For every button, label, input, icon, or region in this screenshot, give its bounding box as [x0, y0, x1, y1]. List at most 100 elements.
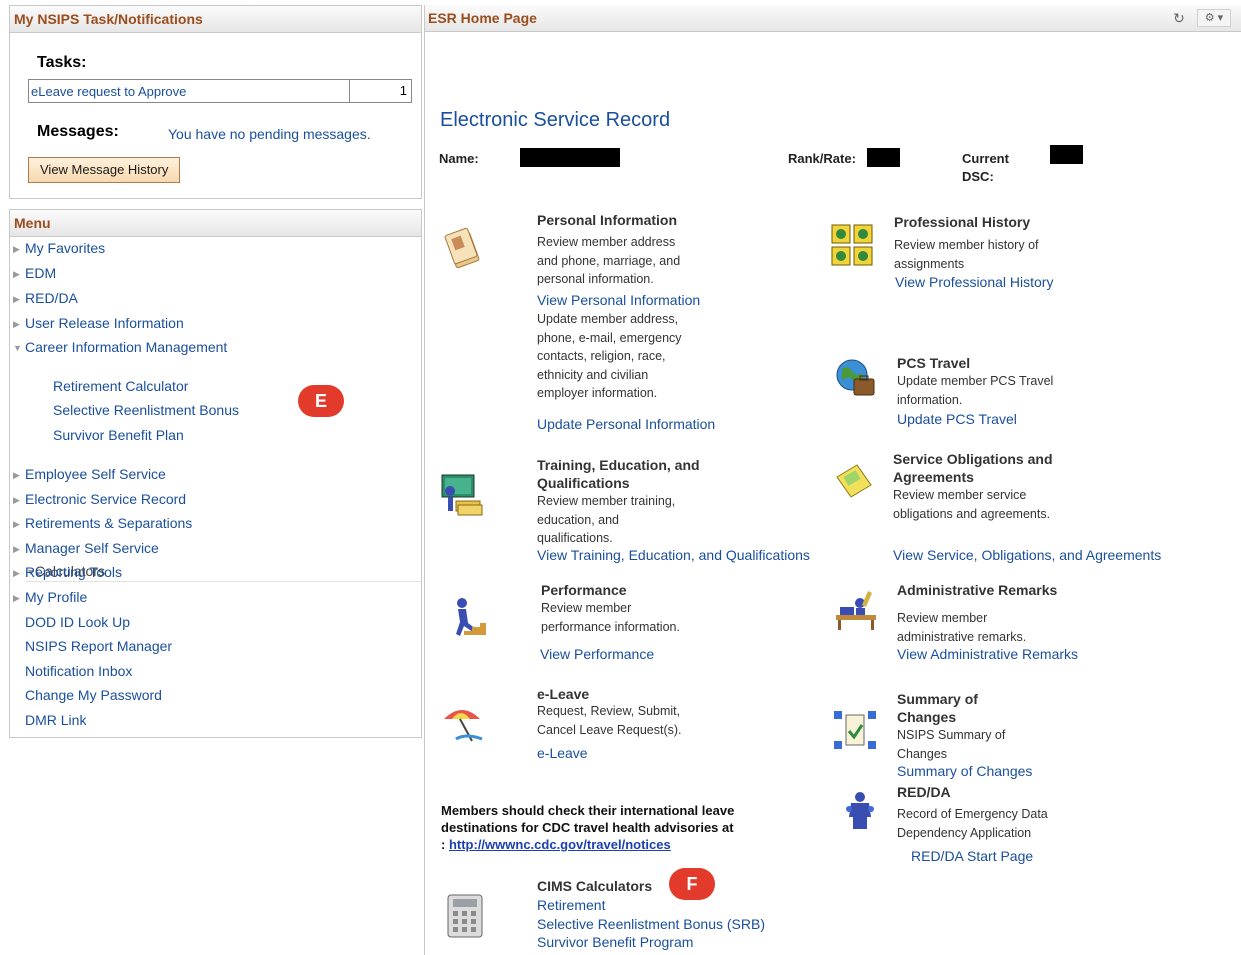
red-da-desc: Record of Emergency Data Dependency Appl… [897, 807, 1048, 840]
cdc-advisory-notice: Members should check their international… [441, 803, 735, 852]
expand-arrow-icon: ▶ [13, 568, 20, 578]
menu-item-label: Notification Inbox [25, 663, 133, 679]
menu-pagelet: Menu ▶ My Favorites ▶ EDM ▶ RED/DA ▶ User Re… [9, 209, 422, 738]
menu-item-red-da[interactable]: ▶ RED/DA [13, 287, 78, 309]
expand-arrow-icon: ▶ [13, 470, 20, 480]
expand-arrow-icon: ▶ [13, 269, 20, 279]
messages-label: Messages: [37, 123, 119, 140]
page-title: Electronic Service Record [440, 109, 671, 131]
menu-title: Menu [10, 210, 421, 237]
cims-calculators-title: CIMS Calculators [537, 878, 653, 894]
task-row[interactable]: eLeave request to Approve 1 [28, 79, 412, 103]
esr-panel-title-text: ESR Home Page [428, 10, 537, 26]
menu-item-reporting-tools[interactable]: ▶ Reporting Tools [13, 561, 122, 583]
expand-arrow-icon: ▶ [13, 244, 20, 254]
settings-gear-icon[interactable]: ⚙ ▾ [1197, 9, 1231, 27]
red-da-family-icon [846, 792, 874, 829]
service-obligations-title: Service Obligations and Agreements [893, 451, 1053, 485]
red-da-start-page-link[interactable]: RED/DA Start Page [911, 848, 1033, 864]
cdc-travel-notices-link[interactable]: http://wwwnc.cdc.gov/travel/notices [449, 837, 671, 852]
menu-item-notification-inbox[interactable]: Notification Inbox [13, 660, 132, 682]
summary-of-changes-title: Summary of Changes [897, 691, 978, 725]
menu-item-label: DMR Link [25, 712, 87, 728]
redacted-name [520, 148, 620, 167]
menu-item-retirements-separations[interactable]: ▶ Retirements & Separations [13, 512, 192, 534]
menu-item-survivor-benefit-plan[interactable]: Survivor Benefit Plan [53, 424, 184, 446]
redacted-dsc [1050, 145, 1083, 164]
menu-item-label: EDM [25, 265, 57, 281]
esr-panel-title: ESR Home Page [425, 5, 1241, 32]
expand-arrow-icon: ▶ [13, 495, 20, 505]
menu-item-label: User Release Information [25, 315, 184, 331]
refresh-icon[interactable]: ↻ [1171, 9, 1187, 27]
menu-item-edm[interactable]: ▶ EDM [13, 262, 56, 284]
menu-item-employee-self-service[interactable]: ▶ Employee Self Service [13, 463, 166, 485]
menu-item-retirement-calculator[interactable]: Retirement Calculator [53, 375, 188, 397]
task-count: 1 [349, 80, 411, 102]
menu-item-my-favorites[interactable]: ▶ My Favorites [13, 237, 105, 259]
menu-item-dmr-link[interactable]: DMR Link [13, 709, 86, 731]
view-administrative-remarks-link[interactable]: View Administrative Remarks [897, 646, 1078, 662]
performance-title: Performance [541, 582, 627, 598]
professional-history-desc: Review member history of assignments [894, 238, 1039, 271]
administrative-remarks-title: Administrative Remarks [897, 582, 1058, 598]
view-personal-information-link[interactable]: View Personal Information [537, 292, 700, 308]
view-performance-link[interactable]: View Performance [540, 646, 654, 662]
esr-home-panel: ESR Home Page ↻ ⚙ ▾ Electronic Service R… [424, 5, 1241, 955]
menu-item-label: NSIPS Report Manager [25, 638, 173, 654]
menu-item-career-information-management[interactable]: ▼ Career Information Management [13, 336, 227, 358]
e-leave-beach-umbrella-icon [444, 710, 483, 742]
expand-arrow-icon: ▶ [13, 319, 20, 329]
tasks-label: Tasks: [37, 54, 87, 71]
administrative-remarks-desc: Review member administrative remarks. [897, 611, 1027, 644]
summary-of-changes-desc: NSIPS Summary of Changes [897, 728, 1006, 761]
messages-status: You have no pending messages. [168, 126, 371, 142]
view-professional-history-link[interactable]: View Professional History [895, 274, 1053, 290]
current-dsc-label-1: Current [962, 151, 1009, 166]
professional-history-icon [831, 224, 873, 266]
administrative-remarks-icon [836, 591, 876, 630]
service-obligations-icon [836, 464, 872, 498]
performance-desc: Review member performance information. [541, 601, 680, 634]
personal-info-icon [444, 227, 480, 269]
task-link[interactable]: eLeave request to Approve [31, 84, 186, 99]
menu-item-change-my-password[interactable]: Change My Password [13, 684, 162, 706]
tasks-pagelet: My NSIPS Task/Notifications Tasks: eLeav… [9, 5, 422, 199]
menu-item-electronic-service-record[interactable]: ▶ Electronic Service Record [13, 488, 186, 510]
summary-of-changes-link[interactable]: Summary of Changes [897, 763, 1032, 779]
left-column: My NSIPS Task/Notifications Tasks: eLeav… [9, 5, 422, 955]
menu-item-nsips-report-manager[interactable]: NSIPS Report Manager [13, 635, 172, 657]
retirement-calculator-link[interactable]: Retirement [537, 897, 605, 913]
expand-arrow-icon: ▶ [13, 593, 20, 603]
e-leave-desc: Request, Review, Submit, Cancel Leave Re… [537, 704, 682, 737]
calculator-icon [447, 894, 483, 938]
red-da-title: RED/DA [897, 784, 951, 800]
performance-icon [456, 598, 486, 636]
service-obligations-desc: Review member service obligations and ag… [893, 488, 1051, 521]
view-training-link[interactable]: View Training, Education, and Qualificat… [537, 547, 810, 563]
training-icon [441, 474, 483, 516]
srb-calculator-link[interactable]: Selective Reenlistment Bonus (SRB) [537, 916, 765, 932]
survivor-benefit-program-link[interactable]: Survivor Benefit Program [537, 934, 693, 950]
annotation-badge-f: F [669, 868, 715, 900]
menu-item-label: Change My Password [25, 687, 162, 703]
menu-item-label: Employee Self Service [25, 466, 166, 482]
menu-item-label: Electronic Service Record [25, 491, 187, 507]
menu-item-manager-self-service[interactable]: ▶ Manager Self Service [13, 537, 159, 559]
menu-item-selective-reenlistment-bonus[interactable]: Selective Reenlistment Bonus [53, 399, 239, 421]
professional-history-title: Professional History [894, 214, 1031, 230]
menu-item-user-release-information[interactable]: ▶ User Release Information [13, 312, 184, 334]
tasks-pagelet-title: My NSIPS Task/Notifications [10, 6, 421, 33]
menu-item-dod-id-look-up[interactable]: DOD ID Look Up [13, 611, 130, 633]
menu-item-label: DOD ID Look Up [25, 614, 131, 630]
current-dsc-label-2: DSC: [962, 169, 994, 184]
update-pcs-travel-link[interactable]: Update PCS Travel [897, 411, 1017, 427]
e-leave-link[interactable]: e-Leave [537, 745, 588, 761]
view-service-obligations-link[interactable]: View Service, Obligations, and Agreement… [893, 547, 1161, 563]
menu-item-my-profile[interactable]: ▶ My Profile [13, 586, 87, 608]
expand-arrow-icon: ▶ [13, 294, 20, 304]
update-personal-information-link[interactable]: Update Personal Information [537, 416, 715, 432]
menu-item-label: Career Information Management [25, 339, 228, 355]
redacted-rank [867, 148, 900, 167]
view-message-history-button[interactable]: View Message History [28, 157, 181, 183]
